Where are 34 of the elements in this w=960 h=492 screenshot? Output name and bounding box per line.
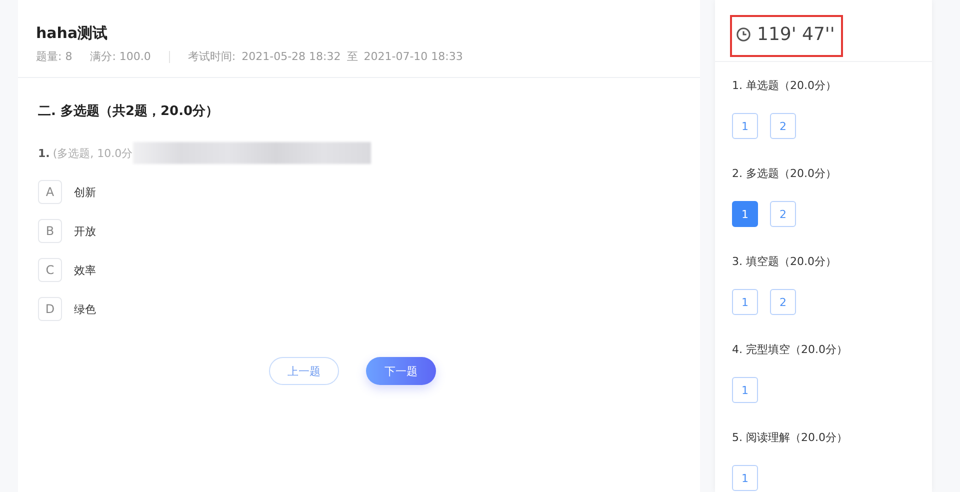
question-number-button[interactable]: 2 <box>770 201 796 227</box>
option-text: 开放 <box>74 224 96 238</box>
start-time: 2021-05-28 18:32 <box>242 50 341 63</box>
group-label: 4. 完型填空（20.0分） <box>732 342 848 357</box>
option-text: 创新 <box>74 184 96 200</box>
exam-stat: 满分: 100.0 <box>90 49 151 64</box>
group-label: 1. 单选题（20.0分） <box>732 78 838 93</box>
option-letter[interactable]: C <box>38 258 62 282</box>
option-text: 效率 <box>74 262 96 278</box>
question-number-button[interactable]: 1 <box>732 377 758 403</box>
question-info: (多选题, 10.0分 <box>52 146 133 160</box>
question-number-button[interactable]: 1 <box>732 113 758 139</box>
option-letter[interactable]: B <box>38 219 62 243</box>
end-time: 2021-07-10 18:33 <box>364 50 463 63</box>
group-label: 2. 多选题（20.0分） <box>732 166 838 181</box>
previous-button[interactable]: 上一题 <box>269 357 339 385</box>
option-text: 绿色 <box>74 302 96 316</box>
question-number-button[interactable]: 1 <box>732 289 758 315</box>
question-number-button[interactable]: 2 <box>770 289 796 315</box>
question-number-button[interactable]: 2 <box>770 113 796 139</box>
question-number: 1. <box>38 146 50 160</box>
timer-text: 119' 47'' <box>757 24 835 44</box>
option-letter[interactable]: A <box>38 180 62 204</box>
next-button[interactable]: 下一题 <box>366 357 436 385</box>
question-number-button[interactable]: 1 <box>732 201 758 227</box>
section-title: 二. 多选题（共2题，20.0分） <box>38 103 220 120</box>
group-label: 5. 阅读理解（20.0分） <box>732 430 848 445</box>
to-label: 至 <box>346 49 358 64</box>
question-number-button[interactable]: 1 <box>732 465 758 491</box>
option-letter[interactable]: D <box>38 297 62 321</box>
exam-time-label: 考试时间: <box>188 49 236 64</box>
exam-stat: 题量: 8 <box>36 49 72 64</box>
exam-title: haha测试 <box>36 24 109 43</box>
group-label: 3. 填空题（20.0分） <box>732 254 838 269</box>
